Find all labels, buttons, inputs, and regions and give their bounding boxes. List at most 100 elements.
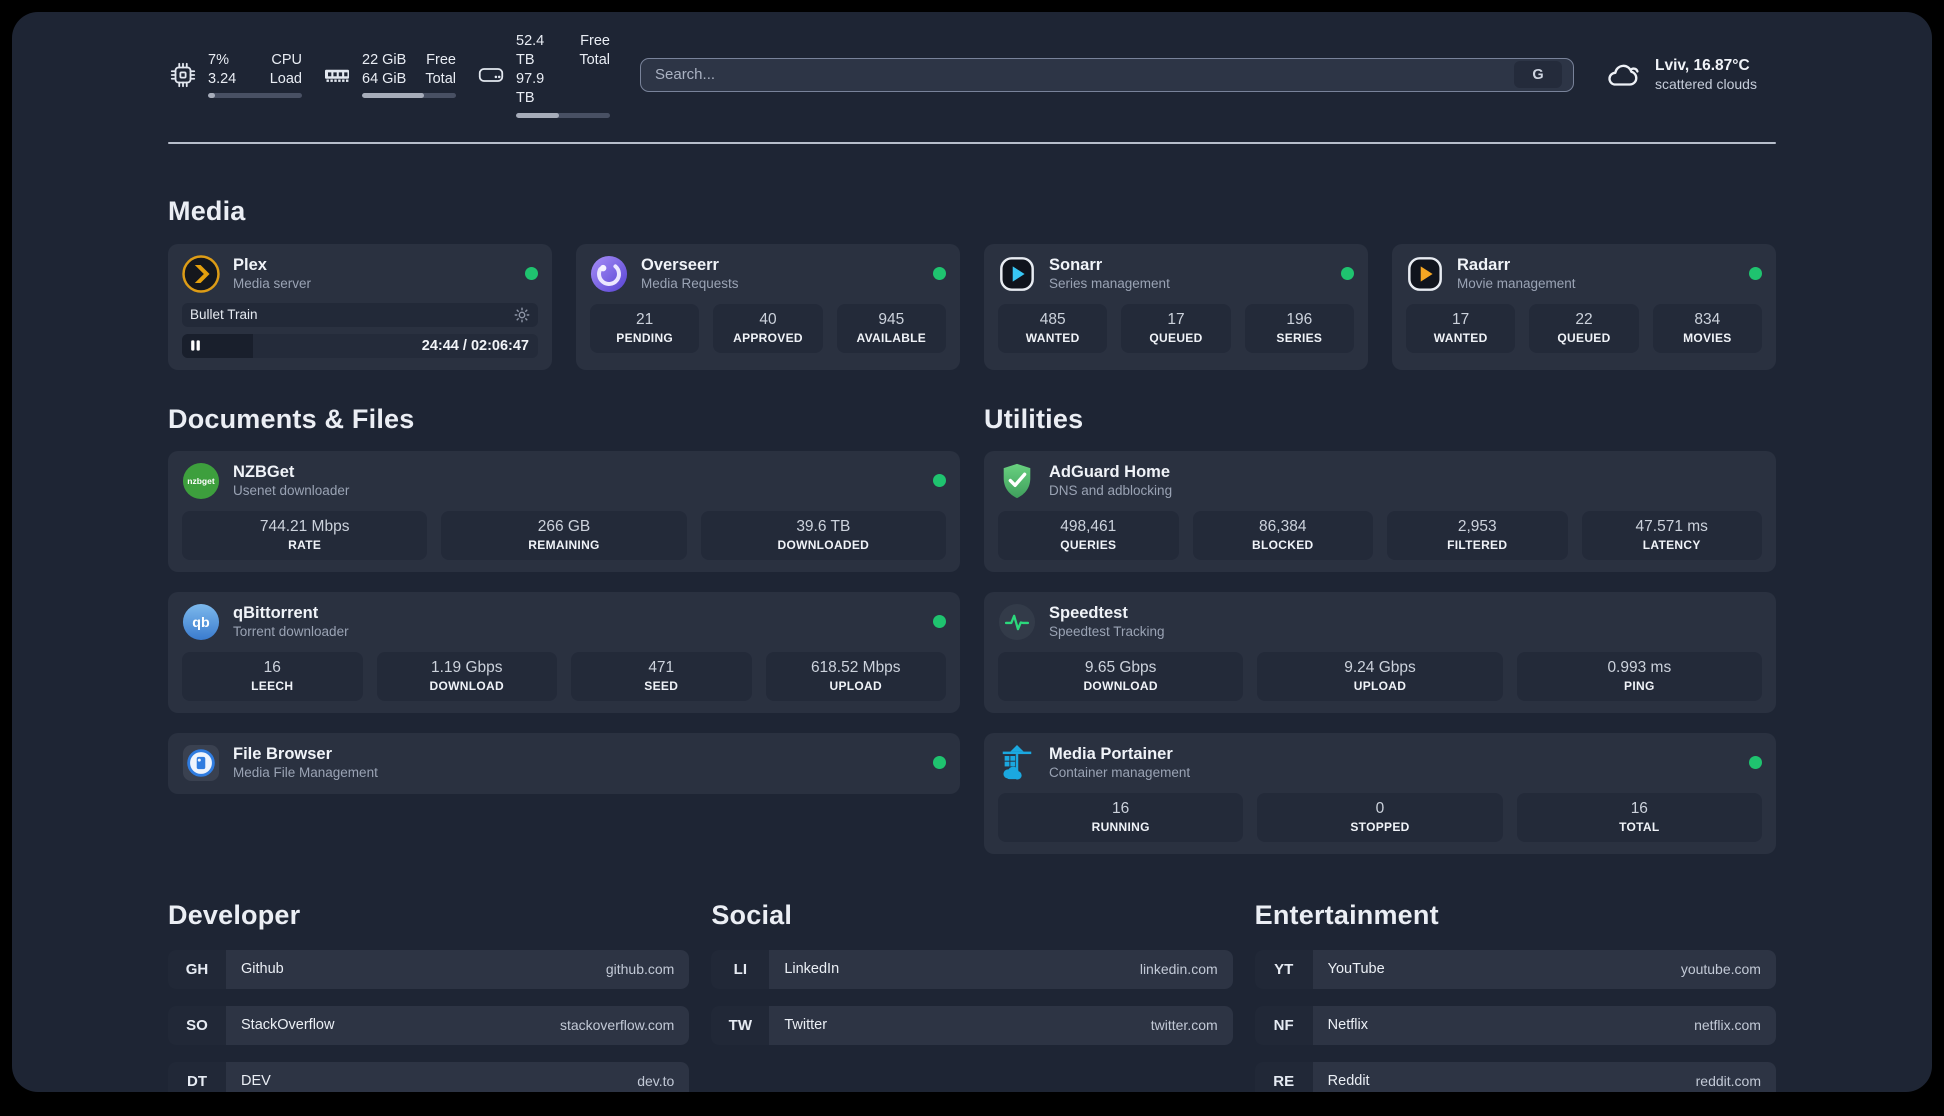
cpu-load-label: Load <box>269 71 302 88</box>
link-row-reddit[interactable]: RE Reddit reddit.com <box>1254 1061 1776 1092</box>
qbittorrent-icon: qb <box>182 603 220 641</box>
stat-value: 2,953 <box>1457 517 1497 535</box>
stat-label: SEED <box>644 678 679 693</box>
link-url: stackoverflow.com <box>559 1017 675 1033</box>
cpu-label: CPU <box>271 52 302 69</box>
stat-value: 47.571 ms <box>1635 517 1708 535</box>
link-row-youtube[interactable]: YT YouTube youtube.com <box>1254 949 1776 989</box>
adguard-subtitle: DNS and adblocking <box>1049 483 1173 498</box>
entertainment-section: Entertainment YT YouTube youtube.com NF … <box>1254 900 1776 1092</box>
stat-value: 17 <box>1167 310 1185 328</box>
link-main: DEV dev.to <box>226 1061 690 1092</box>
stat-box: 21 PENDING <box>590 303 700 353</box>
search-engine-key[interactable]: G <box>1514 61 1562 89</box>
section-title-documents: Documents & Files <box>168 403 415 434</box>
stat-label: FILTERED <box>1447 537 1508 552</box>
stat-box: 47.571 ms LATENCY <box>1581 510 1762 560</box>
radarr-icon <box>1406 255 1444 293</box>
section-title-media: Media <box>168 195 246 226</box>
cpu-values: 7% 3.24 <box>208 51 236 89</box>
speedtest-title: Speedtest <box>1049 604 1128 622</box>
memory-monitor: 22 GiB 64 GiB Free Total <box>322 32 456 118</box>
now-playing-title: Bullet Train <box>190 307 258 322</box>
sonarr-title: Sonarr <box>1049 256 1103 274</box>
overseerr-icon <box>590 255 628 293</box>
playback-time: 24:44 / 02:06:47 <box>421 337 529 354</box>
memory-free-value: 22 GiB <box>362 52 407 69</box>
stat-label: QUEUED <box>1149 330 1203 345</box>
link-row-github[interactable]: GH Github github.com <box>168 949 690 989</box>
radarr-card-header: Radarr Movie management <box>1406 255 1762 293</box>
portainer-crane-icon <box>998 744 1036 782</box>
speedtest-pulse-icon <box>998 603 1036 641</box>
radarr-title: Radarr <box>1457 256 1511 274</box>
link-abbr: SO <box>168 1005 226 1045</box>
overseerr-card[interactable]: Overseerr Media Requests 21 PENDING 40 A… <box>576 243 960 370</box>
stat-box: 945 AVAILABLE <box>836 303 946 353</box>
stat-box: 22 QUEUED <box>1529 303 1639 353</box>
memory-free-label: Free <box>426 52 456 69</box>
speedtest-subtitle: Speedtest Tracking <box>1049 624 1165 639</box>
stat-label: UPLOAD <box>829 678 882 693</box>
overseerr-status-dot <box>933 267 946 280</box>
stat-box: 618.52 Mbps UPLOAD <box>765 651 946 701</box>
stat-value: 618.52 Mbps <box>810 658 901 676</box>
plex-card-header: Plex Media server <box>182 254 538 293</box>
sonarr-card[interactable]: Sonarr Series management 485 WANTED 17 Q… <box>984 243 1368 370</box>
pause-icon[interactable] <box>189 339 202 352</box>
link-row-netflix[interactable]: NF Netflix netflix.com <box>1254 1005 1776 1045</box>
filebrowser-card[interactable]: File Browser Media File Management <box>168 732 960 794</box>
overseerr-title: Overseerr <box>641 256 719 274</box>
stat-value: 17 <box>1452 310 1470 328</box>
portainer-titles: Media Portainer Container management <box>1049 745 1190 780</box>
plex-card[interactable]: Plex Media server Bullet Train 24:44 / 0… <box>168 243 552 370</box>
stat-box: 86,384 BLOCKED <box>1192 510 1373 560</box>
portainer-card[interactable]: Media Portainer Container management 16 … <box>984 732 1776 854</box>
link-row-dev[interactable]: DT DEV dev.to <box>168 1061 690 1092</box>
qbittorrent-card[interactable]: qb qBittorrent Torrent downloader 16 LEE… <box>168 591 960 713</box>
nzbget-card[interactable]: nzbget NZBGet Usenet downloader 744.21 M… <box>168 450 960 572</box>
playback-progress-bar: 24:44 / 02:06:47 <box>182 333 538 358</box>
plex-icon <box>182 254 220 293</box>
utilities-column: Utilities AdGuard Home DNS and adblockin… <box>984 404 1776 854</box>
cpu-icon <box>168 60 198 90</box>
adguard-card-header: AdGuard Home DNS and adblocking <box>998 462 1762 500</box>
link-abbr: YT <box>1254 949 1313 989</box>
stat-value: 498,461 <box>1060 517 1117 535</box>
plex-subtitle: Media server <box>233 276 312 291</box>
overseerr-stats: 21 PENDING 40 APPROVED 945 AVAILABLE <box>590 303 946 353</box>
link-main: Netflix netflix.com <box>1312 1005 1776 1045</box>
weather-widget: Lviv, 16.87°C scattered clouds <box>1604 57 1776 92</box>
cpu-progress-fill <box>208 93 215 99</box>
portainer-card-header: Media Portainer Container management <box>998 744 1762 782</box>
stat-box: 17 QUEUED <box>1121 303 1231 353</box>
cpu-progress-track <box>208 93 302 99</box>
stat-label: APPROVED <box>733 330 803 345</box>
link-abbr: NF <box>1254 1005 1313 1045</box>
link-abbr: LI <box>711 949 770 989</box>
documents-cards: nzbget NZBGet Usenet downloader 744.21 M… <box>168 450 960 794</box>
search-bar[interactable]: G <box>640 57 1574 92</box>
link-name: Github <box>241 961 284 977</box>
stat-value: 21 <box>636 310 654 328</box>
adguard-card[interactable]: AdGuard Home DNS and adblocking 498,461 … <box>984 450 1776 572</box>
link-row-stackoverflow[interactable]: SO StackOverflow stackoverflow.com <box>168 1005 690 1045</box>
stat-box: 471 SEED <box>571 651 752 701</box>
link-row-twitter[interactable]: TW Twitter twitter.com <box>711 1005 1233 1045</box>
radarr-card[interactable]: Radarr Movie management 17 WANTED 22 QUE… <box>1392 243 1776 370</box>
link-name: StackOverflow <box>241 1017 335 1033</box>
search-input[interactable] <box>655 66 1514 84</box>
link-name: YouTube <box>1327 961 1385 977</box>
session-gear-icon[interactable] <box>514 307 530 323</box>
stat-label: TOTAL <box>1619 819 1660 834</box>
utilities-cards: AdGuard Home DNS and adblocking 498,461 … <box>984 450 1776 854</box>
speedtest-card[interactable]: Speedtest Speedtest Tracking 9.65 Gbps D… <box>984 591 1776 713</box>
speedtest-titles: Speedtest Speedtest Tracking <box>1049 604 1165 639</box>
sonarr-stats: 485 WANTED 17 QUEUED 196 SERIES <box>998 303 1354 353</box>
ram-icon <box>322 60 352 90</box>
link-name: LinkedIn <box>784 961 840 977</box>
link-row-linkedin[interactable]: LI LinkedIn linkedin.com <box>711 949 1233 989</box>
stat-box: 498,461 QUERIES <box>998 510 1179 560</box>
stat-label: LEECH <box>251 678 294 693</box>
nzbget-titles: NZBGet Usenet downloader <box>233 463 349 498</box>
